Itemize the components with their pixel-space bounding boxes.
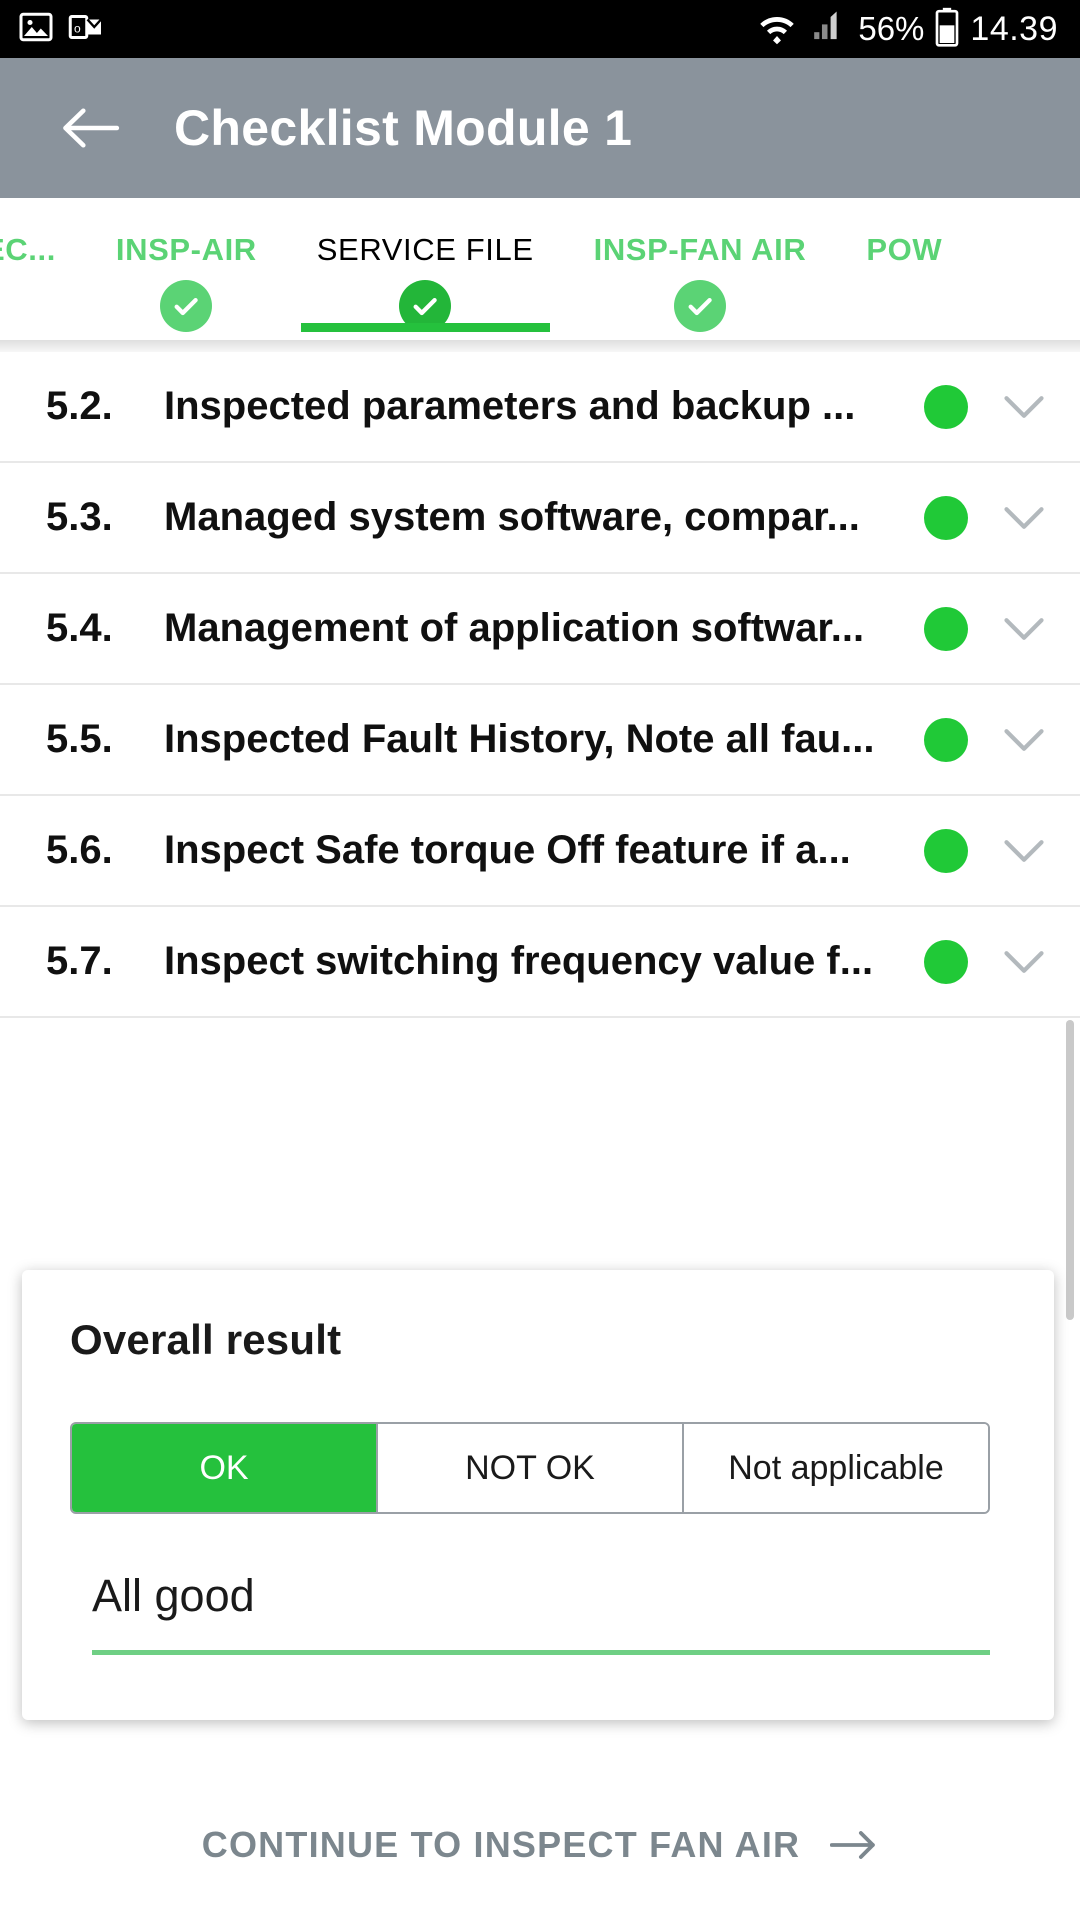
arrow-right-icon: [830, 1828, 878, 1862]
back-arrow-icon: [63, 108, 120, 148]
row-number: 5.4.: [46, 606, 113, 650]
tab-label: INSP-FAN AIR: [593, 232, 807, 267]
segment-not-ok[interactable]: NOT OK: [378, 1424, 684, 1512]
table-row[interactable]: 5.4. Management of application softwar..…: [0, 574, 1080, 685]
status-badge: [924, 495, 968, 540]
chevron-down-icon[interactable]: [1002, 949, 1046, 975]
segment-not-applicable[interactable]: Not applicable: [684, 1424, 988, 1512]
status-badge: [924, 828, 968, 873]
wifi-icon: [756, 8, 798, 51]
tab-label: INSP-AIR: [115, 232, 257, 267]
row-text: Inspected parameters and backup ...: [164, 384, 856, 428]
status-badge: [924, 939, 968, 984]
tab-strip[interactable]: EC... INSP-AIR SERVICE FILE INSP-FAN AIR: [0, 198, 1080, 340]
active-tab-indicator: [300, 323, 550, 332]
cellular-signal-icon: [808, 8, 848, 51]
status-bar-system-icons: 56% 14.39: [756, 7, 1058, 52]
status-badge: [924, 384, 968, 429]
row-text: Management of application softwar...: [164, 606, 865, 650]
row-number: 5.6.: [46, 828, 113, 872]
checklist-list: 5.2. Inspected parameters and backup ...…: [0, 352, 1080, 1018]
chevron-down-icon[interactable]: [1002, 616, 1046, 642]
row-number: 5.5.: [46, 717, 113, 761]
clock-label: 14.39: [970, 9, 1058, 48]
status-bar: o 56% 14.39: [0, 0, 1080, 58]
page-title: Checklist Module 1: [174, 100, 633, 156]
check-circle-icon: [160, 280, 213, 332]
outlook-icon: o: [68, 9, 104, 50]
row-number: 5.3.: [46, 495, 113, 539]
continue-button-label: CONTINUE TO INSPECT FAN AIR: [201, 1824, 801, 1865]
app-screen: o 56% 14.39 Checklist Module 1 EC..: [0, 0, 1080, 1920]
tab-service-file[interactable]: SERVICE FILE: [287, 198, 564, 332]
tab-label: SERVICE FILE: [316, 232, 534, 267]
overall-result-note-field[interactable]: All good: [70, 1570, 990, 1655]
tab-bar[interactable]: EC... INSP-AIR SERVICE FILE INSP-FAN AIR: [0, 198, 1080, 340]
battery-icon: [934, 7, 960, 52]
chevron-down-icon[interactable]: [1002, 394, 1046, 420]
row-number: 5.2.: [46, 384, 113, 428]
tab-ec[interactable]: EC...: [0, 198, 86, 268]
segment-ok[interactable]: OK: [72, 1424, 378, 1512]
note-input-underline: [92, 1650, 990, 1655]
row-text: Inspect switching frequency value f...: [164, 939, 874, 983]
tab-insp-fan-air[interactable]: INSP-FAN AIR: [564, 198, 837, 332]
svg-text:o: o: [74, 21, 81, 35]
tab-label: EC...: [0, 232, 56, 267]
row-text: Inspected Fault History, Note all fau...: [164, 717, 875, 761]
check-circle-icon: [673, 280, 726, 332]
note-input-value[interactable]: All good: [92, 1570, 990, 1622]
status-bar-notification-icons: o: [18, 9, 104, 50]
battery-percent-label: 56%: [858, 10, 925, 47]
table-row[interactable]: 5.3. Managed system software, compar...: [0, 463, 1080, 574]
gallery-icon: [18, 9, 54, 50]
continue-button[interactable]: CONTINUE TO INSPECT FAN AIR: [0, 1770, 1080, 1920]
row-text: Managed system software, compar...: [164, 495, 860, 539]
scrollbar[interactable]: [1066, 1020, 1074, 1320]
overall-result-segmented-control[interactable]: OK NOT OK Not applicable: [70, 1422, 990, 1514]
chevron-down-icon[interactable]: [1002, 727, 1046, 753]
row-text: Inspect Safe torque Off feature if a...: [164, 828, 851, 872]
chevron-down-icon[interactable]: [1002, 505, 1046, 531]
overall-result-title: Overall result: [70, 1316, 342, 1363]
table-row[interactable]: 5.7. Inspect switching frequency value f…: [0, 907, 1080, 1018]
tab-pow[interactable]: POW: [836, 198, 972, 268]
back-button[interactable]: [58, 96, 122, 160]
chevron-down-icon[interactable]: [1002, 838, 1046, 864]
app-bar: Checklist Module 1: [0, 58, 1080, 198]
tab-label: POW: [866, 232, 943, 267]
table-row[interactable]: 5.5. Inspected Fault History, Note all f…: [0, 685, 1080, 796]
table-row[interactable]: 5.6. Inspect Safe torque Off feature if …: [0, 796, 1080, 907]
tab-insp-air[interactable]: INSP-AIR: [86, 198, 287, 332]
overall-result-card: Overall result OK NOT OK Not applicable …: [22, 1270, 1054, 1720]
status-badge: [924, 606, 968, 651]
table-row[interactable]: 5.2. Inspected parameters and backup ...: [0, 352, 1080, 463]
status-badge: [924, 717, 968, 762]
row-number: 5.7.: [46, 939, 113, 983]
